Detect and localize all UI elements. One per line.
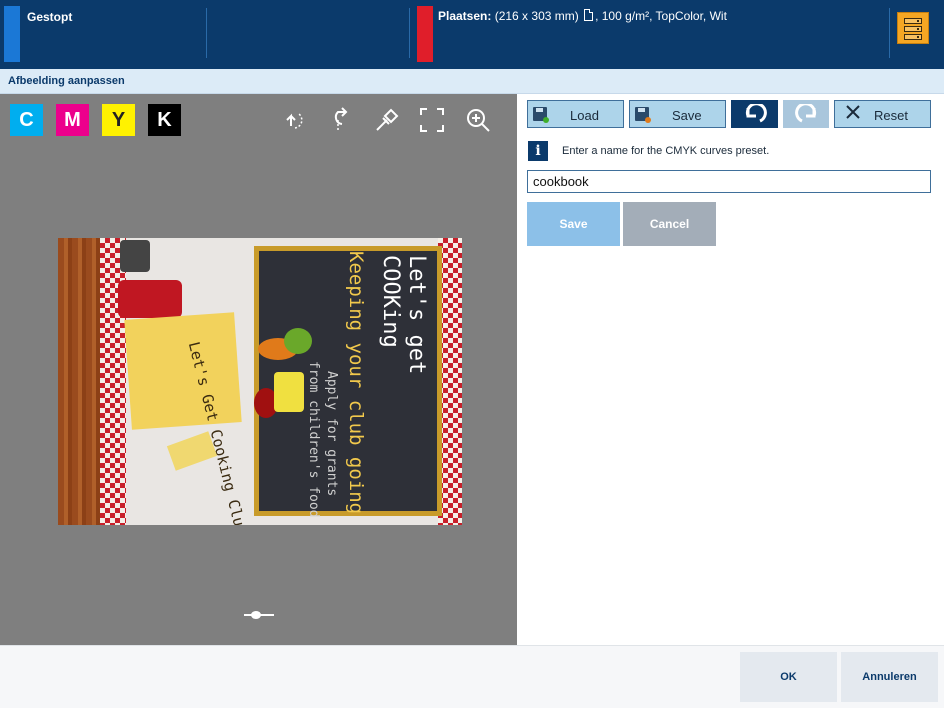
dialog-footer: OK Annuleren xyxy=(0,645,944,708)
undo-button[interactable] xyxy=(731,100,778,128)
image-vegetables xyxy=(254,328,318,438)
image-jar xyxy=(120,240,150,272)
floppy-save-icon xyxy=(635,107,651,123)
media-size: (216 x 303 mm) xyxy=(494,9,579,23)
zoom-in-icon[interactable] xyxy=(464,106,492,134)
printer-status-indicator xyxy=(4,6,20,62)
printer-status-text: Gestopt xyxy=(27,10,73,24)
redo-icon xyxy=(795,104,817,123)
eyedropper-icon[interactable] xyxy=(371,106,399,134)
image-preview-pane: C M Y K Let's Get Cooking Club Let's get… xyxy=(0,94,517,645)
channel-yellow-button[interactable]: Y xyxy=(102,104,135,136)
document-icon xyxy=(584,9,594,21)
server-icon-part xyxy=(904,26,922,32)
dialog-title: Afbeelding aanpassen xyxy=(8,75,125,87)
load-button[interactable]: Load xyxy=(527,100,624,128)
image-text: COOKing xyxy=(378,255,403,348)
preset-name-input[interactable] xyxy=(527,170,931,193)
save-preset-button[interactable]: Save xyxy=(629,100,726,128)
image-wood-texture xyxy=(58,238,100,525)
info-message: Enter a name for the CMYK curves preset. xyxy=(562,145,770,157)
reset-icon xyxy=(846,105,860,119)
image-jar xyxy=(118,280,182,318)
redo-button[interactable] xyxy=(783,100,829,128)
image-slider-icon[interactable] xyxy=(244,610,274,620)
image-text: Apply for grants xyxy=(324,371,339,497)
info-icon: i xyxy=(528,141,548,161)
image-text: Let's Get Cooking Club xyxy=(184,339,251,525)
undo-icon xyxy=(745,104,767,123)
server-icon-part xyxy=(904,34,922,40)
ok-button[interactable]: OK xyxy=(740,652,837,702)
server-icon xyxy=(904,18,922,24)
top-status-bar: Gestopt Plaatsen: (216 x 303 mm) , 100 g… xyxy=(0,0,944,69)
save-button-label: Save xyxy=(672,108,702,123)
image-note-paper: Let's Get Cooking Club xyxy=(124,312,250,525)
fit-to-screen-icon[interactable] xyxy=(418,106,446,134)
load-button-label: Load xyxy=(570,108,599,123)
divider xyxy=(206,8,207,58)
image-text: Keeping your club going xyxy=(345,251,367,515)
reset-button[interactable]: Reset xyxy=(834,100,931,128)
image-text: Let's get xyxy=(404,255,429,375)
divider xyxy=(889,8,890,58)
divider xyxy=(409,8,410,58)
annuleren-button[interactable]: Annuleren xyxy=(841,652,938,702)
reset-button-label: Reset xyxy=(874,108,908,123)
media-info[interactable]: Plaatsen: (216 x 303 mm) , 100 g/m², Top… xyxy=(438,9,727,23)
channel-magenta-button[interactable]: M xyxy=(56,104,89,136)
preset-cancel-button[interactable]: Cancel xyxy=(623,202,716,246)
preset-save-button[interactable]: Save xyxy=(527,202,620,246)
rotate-left-icon[interactable] xyxy=(281,106,309,134)
preview-image: Let's Get Cooking Club Let's get COOKing… xyxy=(58,238,462,525)
rotate-right-icon[interactable] xyxy=(326,106,354,134)
channel-black-button[interactable]: K xyxy=(148,104,181,136)
media-details: , 100 g/m², TopColor, Wit xyxy=(595,9,727,23)
floppy-load-icon xyxy=(533,107,549,123)
media-status-indicator xyxy=(417,6,433,62)
server-button[interactable] xyxy=(897,12,929,44)
channel-cyan-button[interactable]: C xyxy=(10,104,43,136)
image-tag xyxy=(166,431,218,471)
curves-panel: Load Save Reset i Enter a name for the C… xyxy=(517,94,944,645)
media-label: Plaatsen: xyxy=(438,9,492,23)
dialog-titlebar: Afbeelding aanpassen xyxy=(0,69,944,94)
